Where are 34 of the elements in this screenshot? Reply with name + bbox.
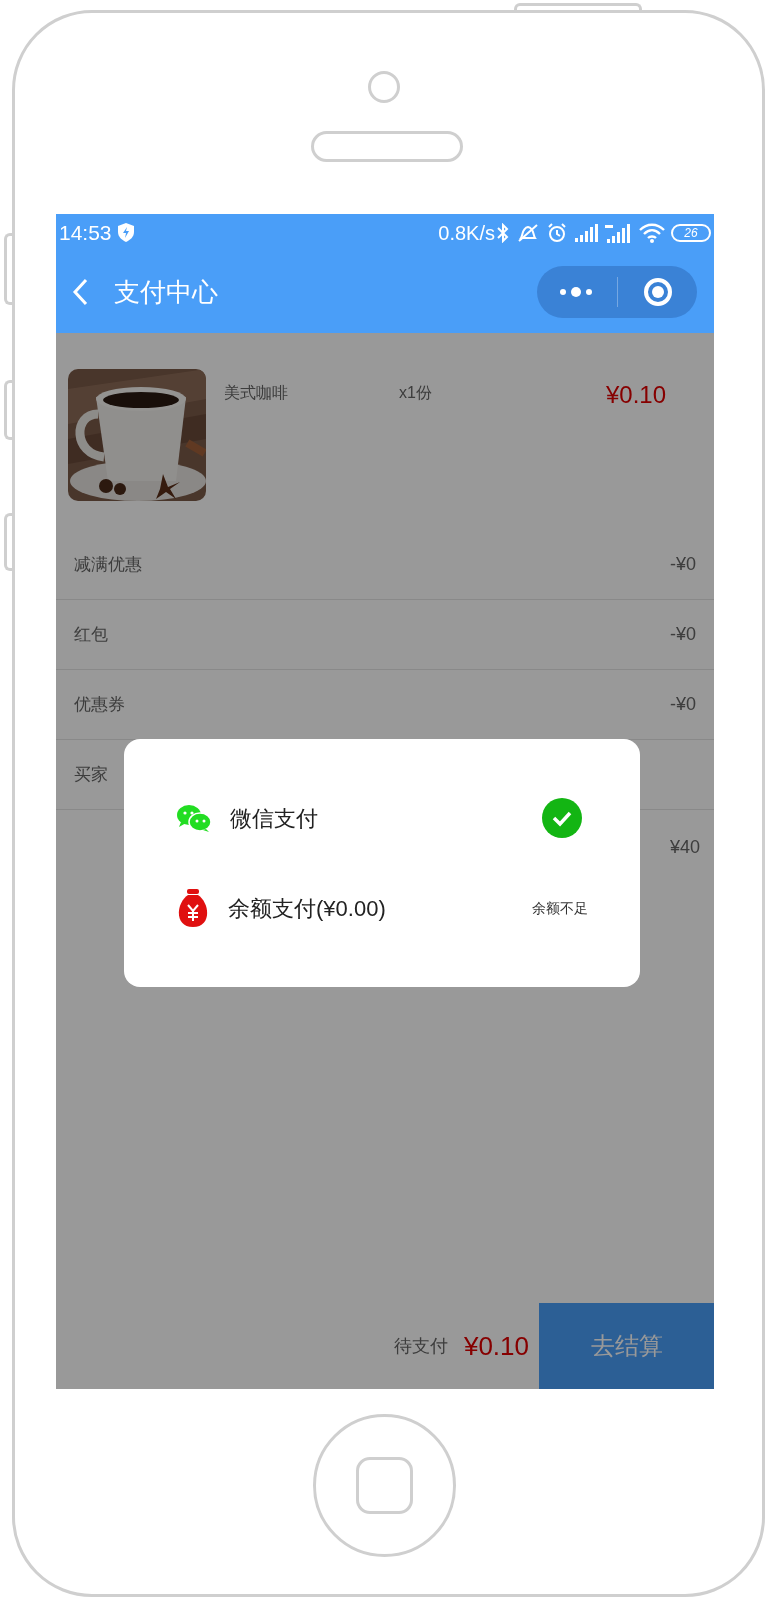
pending-label: 待支付	[393, 1334, 448, 1358]
summary-value: -¥0	[670, 553, 696, 576]
speaker-icon	[311, 131, 463, 162]
page-title: 支付中心	[114, 275, 218, 309]
product-price: ¥0.10	[605, 380, 666, 410]
summary-value: ¥40	[669, 836, 700, 859]
back-icon[interactable]	[72, 278, 88, 306]
payment-option[interactable]: 余额支付(¥0.00) 余额不足	[176, 873, 588, 943]
money-bag-icon	[176, 889, 210, 927]
summary-value: -¥0	[670, 623, 696, 646]
summary-label: 买家	[74, 763, 108, 786]
home-square-icon	[356, 1457, 413, 1514]
summary-label: 优惠券	[74, 693, 125, 716]
summary-label: 红包	[74, 623, 108, 646]
battery-indicator: 26	[671, 223, 711, 242]
summary-value: -¥0	[670, 693, 696, 716]
camera-icon	[368, 71, 400, 103]
product-name: 美式咖啡	[224, 383, 289, 403]
check-icon	[542, 798, 582, 838]
signal-icon	[575, 223, 599, 242]
more-icon[interactable]	[559, 286, 593, 298]
shield-icon	[117, 223, 134, 242]
product-quantity: x1份	[399, 383, 432, 403]
signal-hd-icon	[605, 222, 631, 243]
bluetooth-icon	[497, 222, 509, 243]
status-time: 14:53	[59, 219, 112, 246]
summary-label: 减满优惠	[74, 553, 142, 576]
alarm-icon	[547, 222, 567, 243]
close-icon[interactable]	[643, 277, 673, 307]
wifi-icon	[639, 222, 665, 243]
payment-option[interactable]: 微信支付	[176, 783, 588, 853]
total-amount: ¥0.10	[463, 1329, 529, 1363]
chat-bubbles-icon	[176, 804, 212, 832]
network-speed: 0.8K/s	[438, 220, 495, 246]
